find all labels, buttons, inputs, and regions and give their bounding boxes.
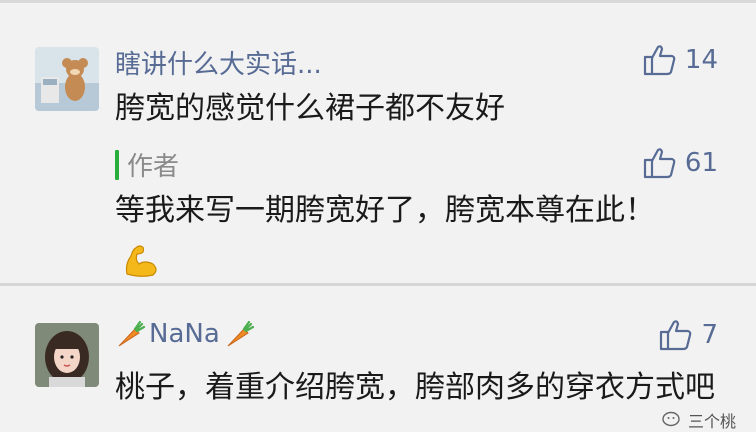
thumbs-up-icon (660, 320, 692, 351)
like-count: 14 (684, 45, 718, 75)
reply-text-content: 等我来写一期胯宽好了，胯宽本尊在此！ (115, 193, 655, 228)
comment-item: 瞎讲什么大实话... 14 胯宽的感觉什么裙子都不友好 作者 61 等我来写一期… (0, 3, 756, 283)
author-label: 作者 (127, 152, 180, 182)
comment-item: NaNa 7 桃子，着重介绍胯宽，胯部肉多的穿衣方式吧 (0, 286, 756, 432)
comment-text: 桃子，着重介绍胯宽，胯部肉多的穿衣方式吧 (115, 370, 715, 405)
like-button[interactable]: 14 (643, 43, 718, 77)
watermark-text: 三个桃 (687, 412, 736, 431)
carrot-icon (118, 320, 145, 347)
wechat-official-account-icon (662, 411, 680, 427)
avatar[interactable] (35, 47, 99, 111)
carrot-icon (227, 320, 254, 347)
like-count: 61 (684, 148, 718, 178)
comment-text: 胯宽的感觉什么裙子都不友好 (115, 91, 505, 126)
flexed-biceps-icon (125, 245, 157, 277)
like-button[interactable]: 7 (659, 318, 718, 352)
comment-username[interactable]: 瞎讲什么大实话... (115, 44, 322, 81)
author-indicator (115, 149, 119, 180)
username-text: NaNa (149, 319, 220, 349)
thumbs-up-icon (643, 45, 676, 76)
reply-like-button[interactable]: 61 (643, 146, 718, 180)
author-reply-header: 作者 (115, 146, 179, 183)
watermark: 三个桃 (662, 408, 736, 432)
comment-username[interactable]: NaNa (115, 319, 254, 349)
like-count: 7 (701, 320, 718, 350)
thumbs-up-icon (643, 148, 676, 179)
reply-text: 等我来写一期胯宽好了，胯宽本尊在此！ (115, 185, 675, 289)
avatar[interactable] (35, 323, 99, 387)
